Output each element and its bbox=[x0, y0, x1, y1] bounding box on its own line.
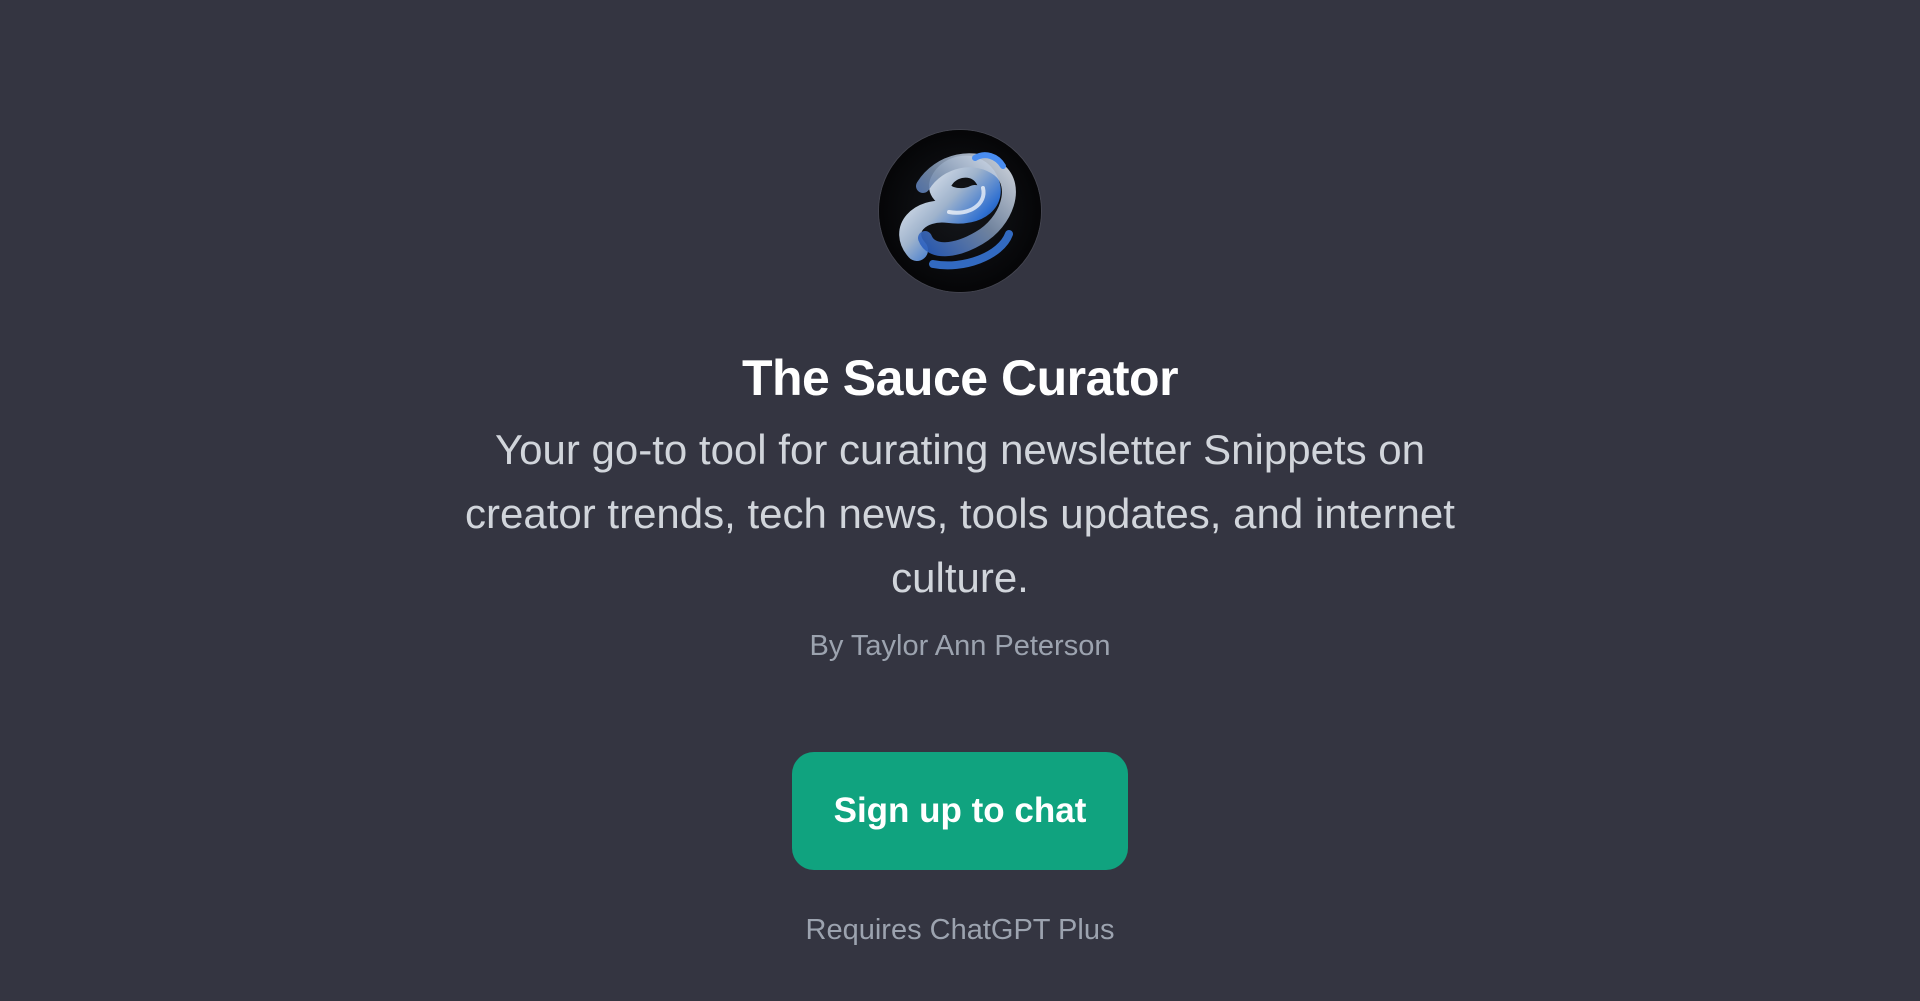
plan-requirement-note: Requires ChatGPT Plus bbox=[805, 913, 1115, 946]
gpt-author: By Taylor Ann Peterson bbox=[809, 630, 1111, 662]
sign-up-to-chat-button[interactable]: Sign up to chat bbox=[792, 751, 1128, 870]
gpt-description: Your go-to tool for curating newsletter … bbox=[465, 426, 1455, 601]
gpt-landing-page: The Sauce Curator Your go-to tool for cu… bbox=[0, 0, 1920, 1001]
gpt-avatar bbox=[879, 130, 1041, 292]
gpt-title: The Sauce Curator bbox=[741, 350, 1179, 406]
swirl-ribbon-logo-icon bbox=[879, 130, 1041, 292]
